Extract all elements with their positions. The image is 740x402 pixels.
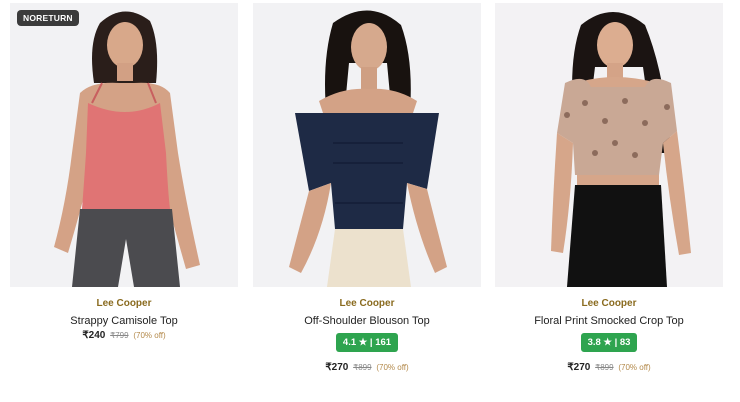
- product-name[interactable]: Strappy Camisole Top: [10, 314, 238, 328]
- product-grid: NORETURN Lee Cooper Strappy Camisole Top…: [0, 0, 740, 402]
- model-photo: [495, 3, 723, 287]
- discount-label: (70% off): [133, 331, 166, 340]
- price-row: ₹240 ₹799 (70% off): [10, 330, 238, 341]
- rating-badge: 3.8 ★ | 83: [580, 333, 638, 352]
- sale-price: ₹270: [567, 362, 591, 373]
- sale-price: ₹240: [82, 330, 106, 341]
- product-card[interactable]: NORETURN Lee Cooper Strappy Camisole Top…: [10, 3, 238, 341]
- product-card[interactable]: Lee Cooper Floral Print Smocked Crop Top…: [495, 3, 723, 373]
- brand-name: Lee Cooper: [581, 298, 637, 309]
- original-price: ₹899: [595, 363, 614, 372]
- rating-row: 4.1 ★ | 161: [253, 332, 481, 352]
- model-photo: [253, 3, 481, 287]
- original-price: ₹799: [110, 331, 129, 340]
- product-image[interactable]: [253, 3, 481, 287]
- product-name[interactable]: Off-Shoulder Blouson Top: [253, 314, 481, 328]
- discount-label: (70% off): [376, 363, 409, 372]
- price-row: ₹270 ₹899 (70% off): [495, 362, 723, 373]
- discount-label: (70% off): [618, 363, 651, 372]
- original-price: ₹899: [353, 363, 372, 372]
- noreturn-badge: NORETURN: [17, 10, 79, 26]
- sale-price: ₹270: [325, 362, 349, 373]
- brand-name: Lee Cooper: [96, 298, 152, 309]
- product-image[interactable]: NORETURN: [10, 3, 238, 287]
- product-name[interactable]: Floral Print Smocked Crop Top: [495, 314, 723, 328]
- rating-badge: 4.1 ★ | 161: [335, 333, 399, 352]
- product-image[interactable]: [495, 3, 723, 287]
- product-card[interactable]: Lee Cooper Off-Shoulder Blouson Top 4.1 …: [253, 3, 481, 373]
- model-photo: [10, 3, 238, 287]
- brand-name: Lee Cooper: [339, 298, 395, 309]
- rating-row: 3.8 ★ | 83: [495, 332, 723, 352]
- price-row: ₹270 ₹899 (70% off): [253, 362, 481, 373]
